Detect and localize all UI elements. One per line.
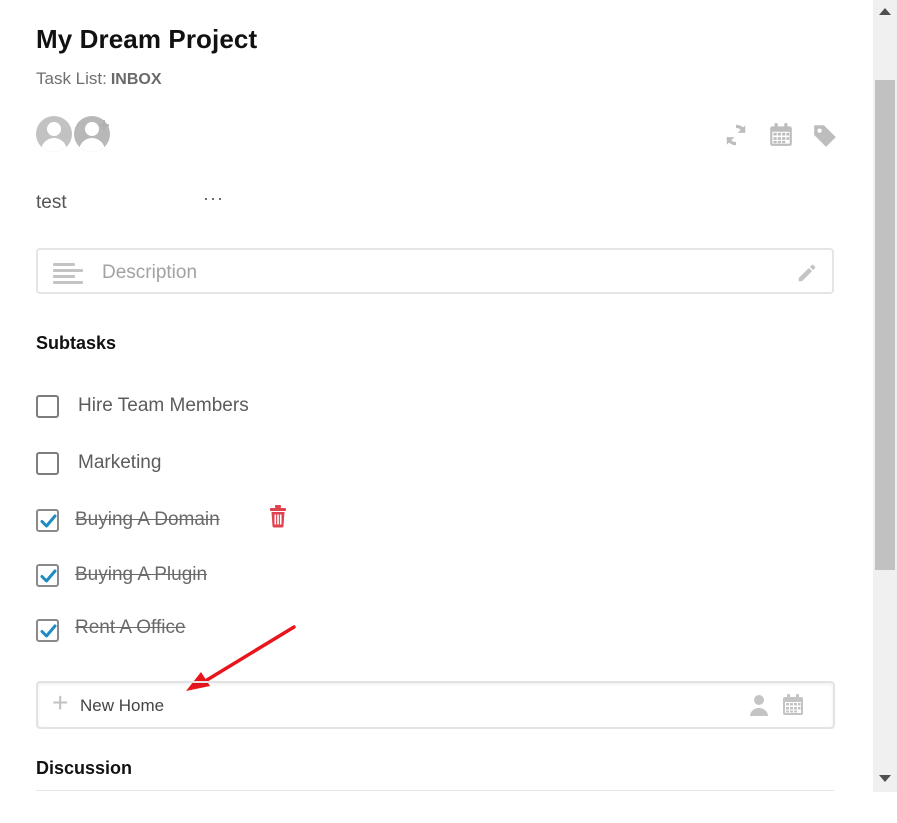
subtask-checkbox[interactable]: [36, 452, 59, 475]
checkmark-icon: [40, 569, 57, 583]
new-subtask-value[interactable]: New Home: [80, 696, 164, 716]
subtask-checkbox[interactable]: [36, 509, 59, 532]
calendar-icon[interactable]: [768, 122, 794, 148]
align-left-icon: [53, 263, 83, 284]
avatar[interactable]: [36, 116, 72, 152]
task-detail-panel: My Dream Project Task List: INBOX + test…: [0, 0, 873, 823]
checkmark-icon: [40, 514, 57, 528]
subtask-label[interactable]: Marketing: [78, 452, 161, 474]
new-subtask-input[interactable]: + New Home: [36, 681, 835, 729]
user-icon[interactable]: [749, 694, 769, 716]
description-placeholder: Description: [102, 262, 198, 283]
refresh-icon[interactable]: [723, 122, 749, 148]
subtask-label[interactable]: Buying A Domain: [75, 509, 220, 531]
checkmark-icon: [40, 624, 57, 638]
scrollbar-thumb[interactable]: [875, 80, 895, 570]
subtask-checkbox[interactable]: [36, 564, 59, 587]
more-options-button[interactable]: ···: [203, 188, 224, 209]
task-list-label: Task List:: [36, 69, 107, 88]
task-list-info: Task List: INBOX: [36, 69, 162, 89]
subtasks-heading: Subtasks: [36, 333, 117, 353]
tag-icon[interactable]: [812, 122, 838, 148]
subtask-label[interactable]: Rent A Office: [75, 617, 186, 639]
add-assignee-icon[interactable]: +: [98, 116, 110, 136]
divider: [36, 790, 834, 791]
discussion-heading: Discussion: [36, 758, 133, 778]
subtask-checkbox[interactable]: [36, 619, 59, 642]
task-list-value[interactable]: INBOX: [111, 71, 162, 88]
scroll-down-arrow-icon[interactable]: [879, 775, 891, 782]
description-field[interactable]: Description: [36, 248, 834, 294]
pencil-icon[interactable]: [796, 262, 818, 284]
trash-icon[interactable]: [268, 504, 288, 528]
calendar-icon[interactable]: [781, 693, 805, 717]
plus-icon: +: [52, 687, 69, 718]
scroll-up-arrow-icon[interactable]: [879, 8, 891, 15]
task-name[interactable]: test: [36, 192, 67, 214]
vertical-scrollbar[interactable]: [873, 0, 897, 792]
subtask-label[interactable]: Buying A Plugin: [75, 564, 207, 586]
project-title: My Dream Project: [36, 24, 258, 54]
subtask-checkbox[interactable]: [36, 395, 59, 418]
subtask-label[interactable]: Hire Team Members: [78, 395, 249, 417]
